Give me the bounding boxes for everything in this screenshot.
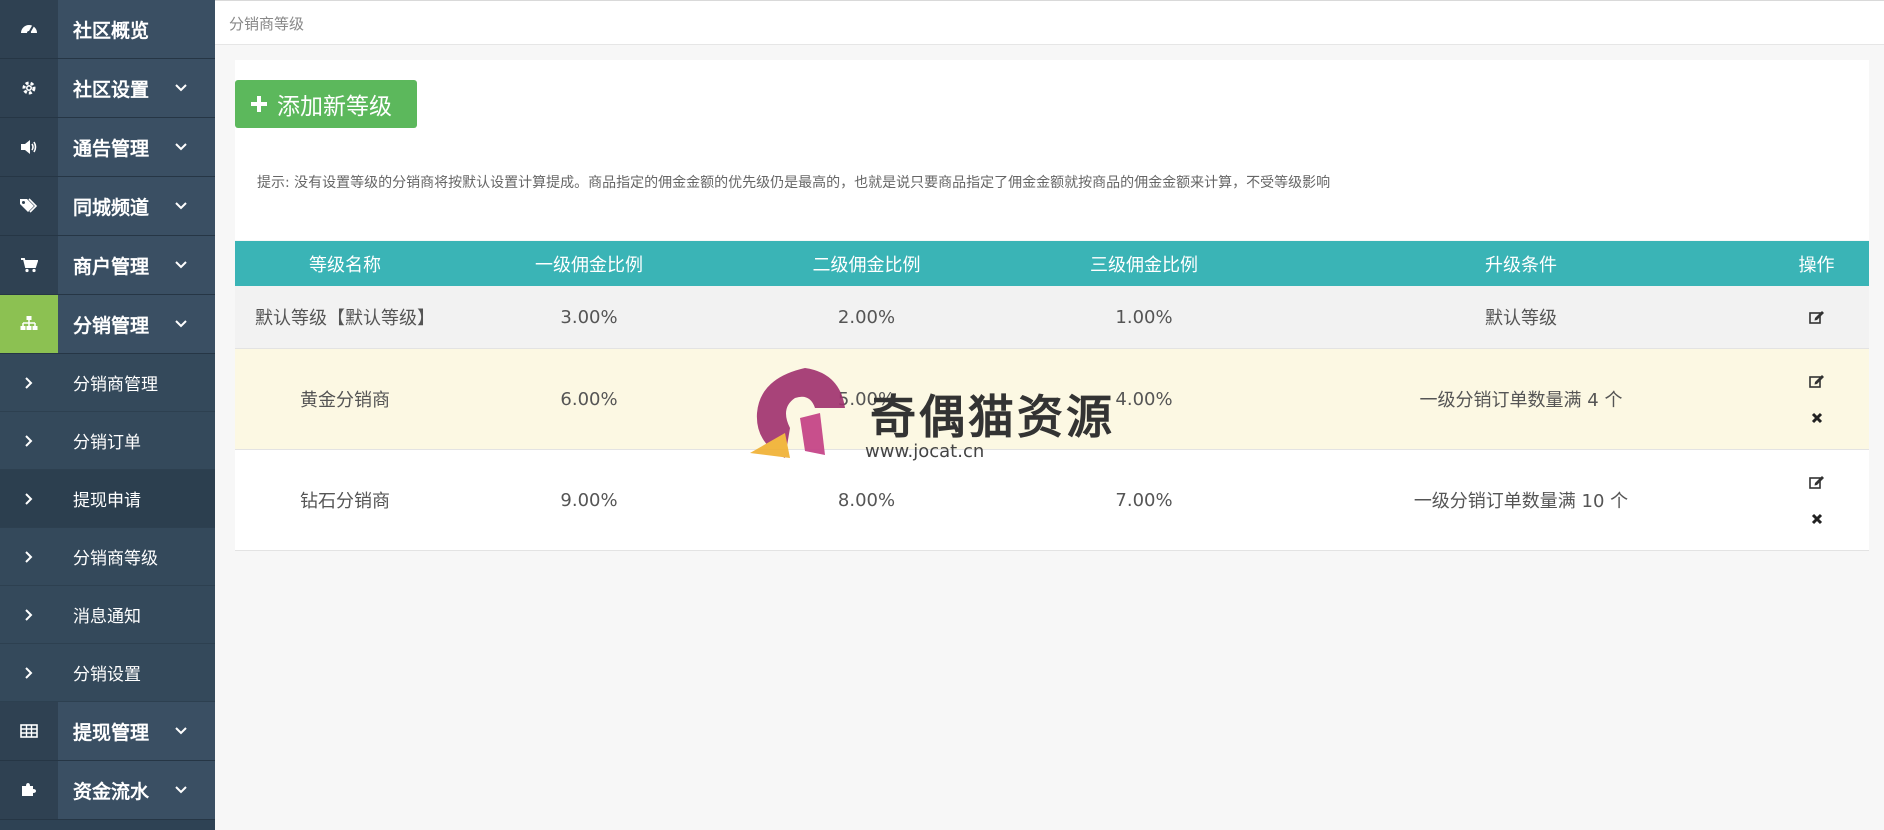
level1-rate: 9.00% bbox=[560, 489, 618, 511]
column-header: 二级佣金比例 bbox=[812, 254, 921, 276]
sidebar: 社区概览 社区设置 通告管理 同城频道 商户管理 分销管理 分销商管理 分销订单… bbox=[0, 0, 215, 830]
row-actions bbox=[1764, 475, 1869, 525]
submenu-item-distributor-levels[interactable]: 分销商等级 bbox=[0, 528, 215, 586]
delete-icon[interactable] bbox=[1811, 513, 1823, 525]
breadcrumb-bar: 分销商等级 bbox=[215, 0, 1884, 45]
watermark-text: 奇偶猫资源 bbox=[870, 390, 1115, 444]
chevron-down-icon bbox=[173, 261, 189, 269]
tip-text: 提示: 没有设置等级的分销商将按默认设置计算提成。商品指定的佣金金额的优先级仍是… bbox=[257, 175, 1331, 191]
chevron-right-icon bbox=[0, 550, 58, 563]
puzzle-icon bbox=[0, 761, 58, 819]
level2-rate: 8.00% bbox=[837, 489, 896, 511]
chevron-down-icon bbox=[173, 202, 189, 210]
submenu-item-label: 提现申请 bbox=[73, 491, 141, 511]
row-actions bbox=[1764, 310, 1869, 324]
level1-rate: 3.00% bbox=[560, 306, 618, 328]
chevron-right-icon bbox=[0, 376, 58, 389]
submenu-item-label: 分销商管理 bbox=[73, 375, 158, 395]
row-actions bbox=[1764, 374, 1869, 424]
upgrade-condition: 默认等级 bbox=[1485, 308, 1557, 329]
chevron-down-icon bbox=[173, 786, 189, 794]
table-row: 默认等级【默认等级】 3.00% 2.00% 1.00% 默认等级 bbox=[235, 286, 1869, 349]
level2-rate: 2.00% bbox=[837, 306, 896, 328]
upgrade-condition: 一级分销订单数量满 10 个 bbox=[1413, 491, 1629, 512]
level-name: 钻石分销商 bbox=[300, 491, 390, 512]
dashboard-icon bbox=[0, 0, 58, 58]
sidebar-item-label: 同城频道 bbox=[73, 196, 150, 219]
chevron-right-icon bbox=[0, 608, 58, 621]
sidebar-item-label: 资金流水 bbox=[73, 780, 150, 803]
add-level-label: 添加新等级 bbox=[277, 93, 392, 119]
table-header: 等级名称 一级佣金比例 二级佣金比例 三级佣金比例 升级条件 操作 bbox=[235, 241, 1869, 286]
sidebar-item-merchants[interactable]: 商户管理 bbox=[0, 236, 215, 295]
level1-rate: 6.00% bbox=[560, 388, 618, 410]
sidebar-item-overview[interactable]: 社区概览 bbox=[0, 0, 215, 59]
volume-icon bbox=[0, 118, 58, 176]
chevron-down-icon bbox=[173, 143, 189, 151]
submenu-item-label: 分销订单 bbox=[73, 433, 141, 453]
table-icon bbox=[0, 702, 58, 760]
column-header: 一级佣金比例 bbox=[535, 254, 643, 276]
watermark: 奇偶猫资源 www.jocat.cn bbox=[745, 363, 1135, 473]
cart-icon bbox=[0, 236, 58, 294]
add-level-button[interactable]: 添加新等级 bbox=[235, 80, 417, 128]
sidebar-item-label: 商户管理 bbox=[73, 255, 150, 278]
column-header: 升级条件 bbox=[1485, 254, 1557, 276]
submenu-item-withdraw-requests[interactable]: 提现申请 bbox=[0, 470, 215, 528]
watermark-url: www.jocat.cn bbox=[865, 441, 985, 462]
sidebar-item-label: 提现管理 bbox=[73, 721, 150, 744]
level-name: 黄金分销商 bbox=[300, 390, 390, 411]
chevron-down-icon bbox=[173, 320, 189, 328]
sidebar-item-label: 分销管理 bbox=[73, 314, 150, 337]
column-header: 操作 bbox=[1798, 254, 1835, 276]
sidebar-item-city-channel[interactable]: 同城频道 bbox=[0, 177, 215, 236]
watermark-logo-icon bbox=[750, 368, 845, 458]
sidebar-item-notices[interactable]: 通告管理 bbox=[0, 118, 215, 177]
column-header: 三级佣金比例 bbox=[1090, 254, 1198, 276]
tags-icon bbox=[0, 177, 58, 235]
submenu-item-label: 消息通知 bbox=[73, 607, 141, 627]
sidebar-item-withdrawals[interactable]: 提现管理 bbox=[0, 702, 215, 761]
sidebar-item-community-settings[interactable]: 社区设置 bbox=[0, 59, 215, 118]
submenu-item-distribution-orders[interactable]: 分销订单 bbox=[0, 412, 215, 470]
edit-icon[interactable] bbox=[1808, 374, 1825, 388]
gear-icon bbox=[0, 59, 58, 117]
edit-icon[interactable] bbox=[1808, 475, 1825, 489]
submenu-item-message-notifications[interactable]: 消息通知 bbox=[0, 586, 215, 644]
level3-rate: 7.00% bbox=[1115, 489, 1173, 511]
delete-icon[interactable] bbox=[1811, 412, 1823, 424]
sidebar-item-distribution[interactable]: 分销管理 bbox=[0, 295, 215, 354]
toolbar-panel: 添加新等级 提示: 没有设置等级的分销商将按默认设置计算提成。商品指定的佣金金额… bbox=[235, 60, 1869, 240]
submenu-item-label: 分销设置 bbox=[73, 665, 141, 685]
chevron-down-icon bbox=[173, 727, 189, 735]
sitemap-icon bbox=[0, 295, 58, 353]
chevron-right-icon bbox=[0, 434, 58, 447]
chevron-down-icon bbox=[173, 84, 189, 92]
sidebar-item-fund-flow[interactable]: 资金流水 bbox=[0, 761, 215, 820]
breadcrumb: 分销商等级 bbox=[229, 15, 305, 33]
chevron-right-icon bbox=[0, 492, 58, 505]
sidebar-item-label: 社区设置 bbox=[73, 78, 150, 101]
plus-icon bbox=[235, 95, 283, 113]
level3-rate: 1.00% bbox=[1115, 306, 1173, 328]
sidebar-item-label: 社区概览 bbox=[73, 19, 150, 42]
edit-icon[interactable] bbox=[1808, 310, 1825, 324]
submenu-item-distributor-management[interactable]: 分销商管理 bbox=[0, 354, 215, 412]
submenu-item-label: 分销商等级 bbox=[73, 549, 158, 569]
level-name: 默认等级【默认等级】 bbox=[255, 308, 435, 329]
sidebar-item-label: 通告管理 bbox=[73, 137, 150, 160]
upgrade-condition: 一级分销订单数量满 4 个 bbox=[1419, 390, 1623, 411]
column-header: 等级名称 bbox=[309, 254, 381, 276]
submenu-item-distribution-settings[interactable]: 分销设置 bbox=[0, 644, 215, 702]
chevron-right-icon bbox=[0, 666, 58, 679]
